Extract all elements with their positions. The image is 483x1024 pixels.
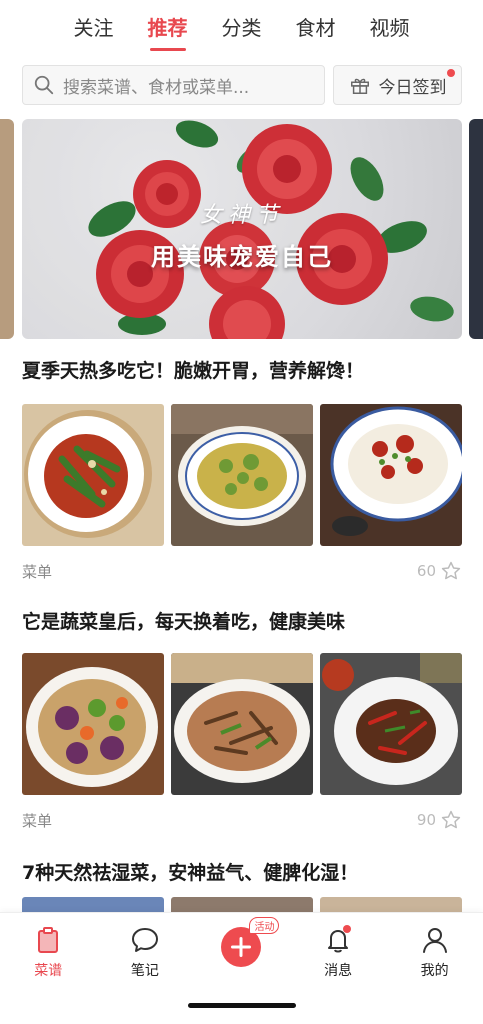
clipboard-icon [38, 927, 59, 953]
activity-badge: 活动 [249, 917, 280, 934]
tab-recommend[interactable]: 推荐 [148, 12, 188, 51]
banner-title: 用美味宠爱自己 [151, 243, 333, 271]
banner-prev-peek [0, 119, 14, 339]
bell-icon-wrap [323, 925, 353, 955]
menu-title: 夏季天热多吃它！脆嫩开胃，营养解馋！ [22, 360, 365, 382]
menu-tag: 菜单 [22, 562, 53, 581]
rose-ham-image [22, 119, 462, 339]
gift-icon [350, 78, 369, 94]
star-icon [441, 561, 461, 580]
tab-category[interactable]: 分类 [222, 12, 262, 45]
menu-card-summer[interactable]: 夏季天热多吃它！脆嫩开胃，营养解馋！ 菜单 60 [22, 356, 462, 582]
nav-label: 消息 [324, 963, 353, 979]
nav-notes[interactable]: 笔记 [105, 925, 185, 980]
like-count: 60 [416, 562, 436, 580]
banner-script-text: 女神节 [199, 203, 284, 228]
dish-photo-bitter-melon[interactable] [171, 404, 313, 546]
search-placeholder: 搜索菜谱、食材或菜单... [63, 77, 250, 98]
tab-video[interactable]: 视频 [370, 12, 410, 45]
banner-carousel[interactable]: 女神节 用美味宠爱自己 [0, 119, 483, 339]
nav-recipes[interactable]: 菜谱 [8, 925, 88, 980]
tab-ingredients[interactable]: 食材 [296, 12, 336, 45]
nav-messages[interactable]: 消息 [298, 925, 378, 980]
banner-next-peek [469, 119, 483, 339]
menu-photos [22, 653, 462, 795]
checkin-label: 今日签到 [378, 77, 447, 98]
search-input[interactable]: 搜索菜谱、食材或菜单... [22, 65, 325, 105]
menu-title: 7种天然祛湿菜，安神益气、健脾化湿！ [22, 862, 359, 884]
banner-slide[interactable]: 女神节 用美味宠爱自己 [22, 119, 462, 339]
tab-follow[interactable]: 关注 [74, 12, 114, 45]
menu-card-dampness[interactable]: 7种天然祛湿菜，安神益气、健脾化湿！ [22, 858, 462, 885]
nav-label: 菜谱 [34, 963, 63, 979]
menu-tag: 菜单 [22, 811, 53, 830]
menu-meta: 菜单 60 [22, 560, 462, 582]
dish-photo-eggplant[interactable] [22, 653, 164, 795]
menu-card-eggplant[interactable]: 它是蔬菜皇后，每天换着吃，健康美味 菜单 90 [22, 607, 462, 831]
chat-bubble-icon [131, 928, 158, 952]
checkin-button[interactable]: 今日签到 [333, 65, 462, 105]
like-count: 90 [416, 811, 436, 829]
dish-photo-pepper-beef[interactable] [320, 653, 462, 795]
top-tab-bar: 关注 推荐 分类 食材 视频 [0, 0, 483, 56]
nav-profile[interactable]: 我的 [395, 925, 475, 980]
search-icon [34, 75, 54, 95]
checkin-red-dot [447, 69, 455, 77]
menu-title: 它是蔬菜皇后，每天换着吃，健康美味 [22, 611, 346, 633]
favorite-button[interactable]: 90 [417, 809, 462, 831]
menu-meta: 菜单 90 [22, 809, 462, 831]
dish-photo-cucumber[interactable] [22, 404, 164, 546]
user-icon [422, 928, 447, 953]
menu-photos [22, 404, 462, 546]
dish-photo-tofu[interactable] [320, 404, 462, 546]
nav-label: 我的 [420, 963, 449, 979]
home-indicator[interactable] [188, 1003, 296, 1008]
plus-icon[interactable]: 活动 [221, 917, 280, 967]
search-row: 搜索菜谱、食材或菜单... 今日签到 [22, 65, 462, 107]
nav-label: 笔记 [130, 963, 159, 979]
favorite-button[interactable]: 60 [417, 560, 462, 582]
star-icon [441, 810, 461, 829]
dish-photo-stirfry-pork[interactable] [171, 653, 313, 795]
nav-create[interactable]: 活动 [201, 917, 281, 967]
